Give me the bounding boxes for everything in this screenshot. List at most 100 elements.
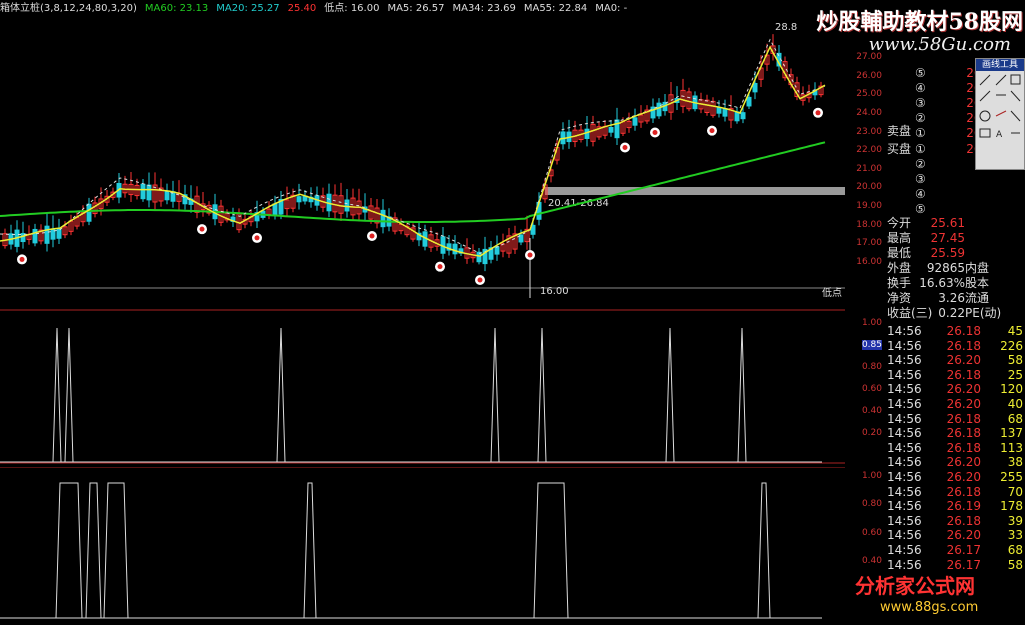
indicator-value: MA55: 22.84 [523,3,588,14]
axis-tick-label: 0.60 [861,527,882,538]
indicator-value: 低点: 16.00 [324,3,380,14]
tick-price: 26.20 [946,455,981,470]
axis-tick-label: 23.00 [856,126,882,137]
quote-label-2: 股本 [965,276,990,290]
quote-value: 25.61 [930,216,965,230]
tick-row: 14:56 26.17 68 [885,543,1025,558]
tick-price: 26.18 [946,411,981,426]
quote-value: 27.45 [930,231,965,245]
drawing-toolbox[interactable]: 画线工具 A [975,58,1025,170]
tick-row: 14:56 26.18 137 [885,426,1025,441]
oscillator-panel-2[interactable] [0,467,845,625]
tick-time: 14:56 [887,513,922,528]
line-tool-icon [979,74,991,86]
signal-marker-dot [199,226,205,232]
tick-volume: 45 [1007,324,1023,338]
axis-tick-label: 0.40 [861,406,882,416]
tick-volume: 68 [1007,543,1023,557]
oscillator-spike [490,327,500,463]
axis-tick-label: 1.00 [861,471,882,481]
signal-marker-dot [709,128,715,134]
range-box [545,187,845,195]
candle-body [494,246,500,255]
low-tag: 低点 [822,286,842,299]
oscillator-spike [276,327,286,463]
oscillator-plateau [103,482,129,619]
toolbox-title: 画线工具 [976,59,1024,71]
candlestick-chart[interactable]: 20.41-26.8428.816.00 低点 [0,18,845,311]
axis-tick-label: 21.00 [856,163,882,174]
candle-body [32,228,38,244]
signal-marker-dot [622,145,628,150]
tick-time: 14:56 [887,499,922,514]
buy-level: ④ [915,187,926,201]
candle-body [716,106,722,114]
oscillator-panel-1[interactable] [0,314,845,464]
quote-value: 25.59 [930,246,965,260]
tick-volume: 120 [1000,382,1023,397]
signal-marker-dot [477,277,483,283]
ray-tool-icon [995,74,1007,86]
watermark-title: 炒股輔助教材58股网 [816,9,1023,35]
tick-volume: 226 [1000,338,1023,353]
tick-price: 26.18 [946,338,981,353]
candle-body [608,126,614,133]
tick-row: 14:56 26.18 113 [885,441,1025,456]
candle-body [86,203,92,222]
tick-volume: 70 [1007,484,1023,499]
tick-row: 14:56 26.19 178 [885,499,1025,514]
axis-tick-label: 16.00 [856,257,882,267]
quote-value: 92865 [926,261,965,275]
tick-price: 26.20 [946,528,981,543]
text-tool-icon: A [996,130,1003,140]
quote-label: 今开 [887,216,912,230]
tick-price: 26.20 [946,397,981,411]
tick-row: 14:56 26.20 255 [885,470,1025,485]
tick-price: 26.17 [946,543,981,557]
quote-label: 换手 [887,276,912,290]
tick-row: 14:56 26.20 40 [885,397,1025,412]
signal-marker-dot [19,256,25,262]
tick-time: 14:56 [887,382,922,397]
arrow-tool-icon [1010,110,1021,122]
axis-tick-label: 0.60 [861,384,882,394]
indicator-value: 箱体立桩(3,8,12,24,80,3,20) [0,3,137,14]
tick-time: 14:56 [887,353,922,368]
channel-tool-icon [1010,90,1021,102]
candle-body [140,183,146,200]
oscillator-spike [64,327,74,463]
axis-tick-label: 18.00 [856,219,882,230]
candle-body [752,82,758,93]
indicator-value: MA20: 25.27 [216,3,280,14]
signal-marker-dot [815,110,821,116]
indicator-value: 25.40 [287,3,317,14]
tick-time: 14:56 [887,367,922,382]
tick-volume: 255 [1000,470,1023,484]
tick-volume: 25 [1007,367,1023,382]
signal-marker-dot [527,252,533,258]
signal-marker-dot [254,235,260,241]
toolbox-icons[interactable]: A [976,71,1024,167]
indicator-value: MA5: 26.57 [387,3,445,14]
candle-body [722,108,728,117]
tick-time: 14:56 [887,484,922,499]
tick-time: 14:56 [887,397,922,411]
tick-price: 26.19 [946,499,981,514]
oscillator-plateau [757,482,771,619]
tick-time: 14:56 [887,426,922,441]
tick-volume: 40 [1007,397,1023,411]
oscillator-plateau [85,482,102,619]
tick-price: 26.20 [946,470,981,484]
axis-tick-label: 17.00 [856,238,882,249]
tick-row: 14:56 26.20 58 [885,353,1025,368]
tick-time: 14:56 [887,440,922,455]
candle-body [296,196,302,203]
tick-row: 14:56 26.18 45 [885,324,1025,339]
tick-row: 14:56 26.20 33 [885,528,1025,543]
signal-marker-dot [369,233,375,239]
tick-row: 14:56 26.20 120 [885,382,1025,397]
tick-volume: 137 [1000,426,1023,441]
quote-label: 最高 [887,231,912,245]
price-axis: 27.00 26.00 25.00 24.00 23.00 22.00 21.00 20.00… [845,18,885,311]
indicator-value: MA34: 23.69 [452,3,516,14]
